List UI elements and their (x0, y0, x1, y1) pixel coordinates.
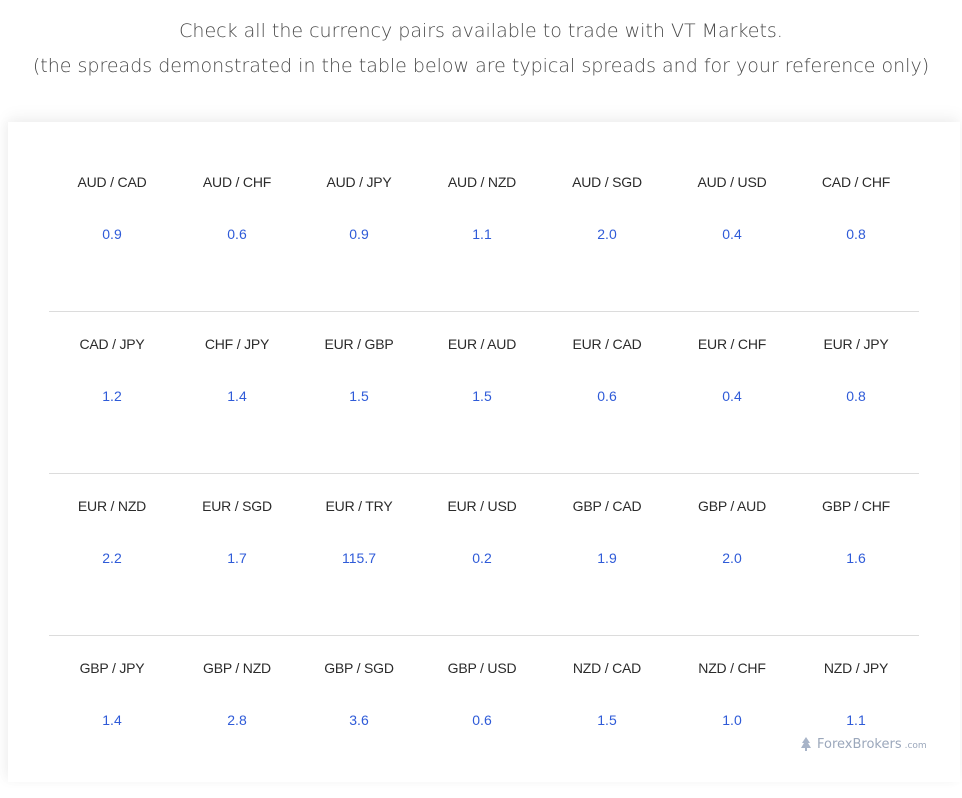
spread-value: 0.9 (349, 226, 369, 242)
spread-value: 1.2 (102, 388, 122, 404)
spread-value: 3.6 (349, 712, 369, 728)
spread-value: 0.4 (722, 226, 742, 242)
spread-value: 1.4 (227, 388, 247, 404)
currency-pair-label: EUR / CAD (572, 336, 642, 352)
currency-pair-label: NZD / CAD (572, 660, 642, 676)
currency-pair-label: EUR / NZD (77, 498, 147, 514)
currency-pair-label: GBP / JPY (79, 660, 145, 676)
spread-value: 0.9 (102, 226, 122, 242)
currency-pair-label: CAD / CHF (821, 174, 891, 190)
forexbrokers-logo-icon (801, 737, 811, 751)
spread-value: 1.0 (722, 712, 742, 728)
spread-value: 1.7 (227, 550, 247, 566)
currency-pair-label: NZD / JPY (823, 660, 889, 676)
currency-pair-label: EUR / SGD (202, 498, 272, 514)
watermark-domain: .com (904, 740, 927, 751)
table-row: CAD / JPY 1.2 CHF / JPY 1.4 EUR / GBP 1.5 EUR … (49, 312, 919, 474)
currency-pair-label: NZD / CHF (698, 660, 766, 676)
currency-pair-label: GBP / CHF (822, 498, 890, 514)
table-row: AUD / CAD 0.9 AUD / CHF 0.6 AUD / JPY 0.9 AUD … (49, 150, 919, 312)
currency-pair-label: AUD / CHF (202, 174, 272, 190)
currency-pair-label: CAD / JPY (79, 336, 145, 352)
spread-value: 0.6 (597, 388, 617, 404)
spread-value: 115.7 (342, 550, 376, 566)
intro-line-2: (the spreads demonstrated in the table b… (32, 55, 930, 77)
currency-pair-label: EUR / TRY (325, 498, 393, 514)
spread-value: 0.6 (227, 226, 247, 242)
watermark-text: ForexBrokers (817, 736, 902, 752)
spread-value: 0.4 (722, 388, 742, 404)
currency-pair-label: CHF / JPY (204, 336, 270, 352)
currency-pair-label: GBP / SGD (324, 660, 394, 676)
table-row: EUR / NZD 2.2 EUR / SGD 1.7 EUR / TRY 115.7 EU… (49, 474, 919, 636)
spread-value: 0.6 (472, 712, 492, 728)
spread-value: 2.0 (597, 226, 617, 242)
currency-pair-label: GBP / USD (447, 660, 517, 676)
currency-pair-label: EUR / USD (447, 498, 517, 514)
spread-value: 1.5 (597, 712, 617, 728)
spread-value: 1.5 (472, 388, 492, 404)
currency-pair-label: GBP / CAD (572, 498, 642, 514)
intro-text: Check all the currency pairs available t… (0, 14, 962, 84)
spread-value: 1.4 (102, 712, 122, 728)
spread-value: 2.2 (102, 550, 122, 566)
spread-value: 1.6 (846, 550, 866, 566)
currency-pair-label: EUR / AUD (447, 336, 517, 352)
currency-pair-label: EUR / GBP (324, 336, 394, 352)
currency-pair-label: AUD / USD (697, 174, 767, 190)
table-row: GBP / JPY 1.4 GBP / NZD 2.8 GBP / SGD 3.6 GBP … (49, 636, 919, 798)
currency-pair-label: GBP / NZD (203, 660, 271, 676)
spread-value: 0.2 (472, 550, 492, 566)
currency-pair-label: EUR / CHF (697, 336, 767, 352)
currency-pair-label: AUD / SGD (572, 174, 642, 190)
spread-value: 1.1 (846, 712, 866, 728)
forexbrokers-watermark: ForexBrokers .com (798, 736, 927, 752)
currency-pair-label: AUD / JPY (326, 174, 392, 190)
spread-value: 2.8 (227, 712, 247, 728)
currency-pair-label: GBP / AUD (698, 498, 766, 514)
spread-value: 1.9 (597, 550, 617, 566)
spread-value: 1.1 (472, 226, 492, 242)
currency-pair-label: AUD / CAD (77, 174, 147, 190)
spread-value: 1.5 (349, 388, 369, 404)
spread-value: 0.8 (846, 226, 866, 242)
spread-value: 2.0 (722, 550, 742, 566)
spread-value: 0.8 (846, 388, 866, 404)
currency-pair-label: AUD / NZD (447, 174, 517, 190)
spreads-table: AUD / CAD 0.9 AUD / CHF 0.6 AUD / JPY 0.9 AUD … (49, 150, 919, 798)
currency-pair-label: EUR / JPY (823, 336, 889, 352)
intro-line-1: Check all the currency pairs available t… (179, 20, 783, 42)
